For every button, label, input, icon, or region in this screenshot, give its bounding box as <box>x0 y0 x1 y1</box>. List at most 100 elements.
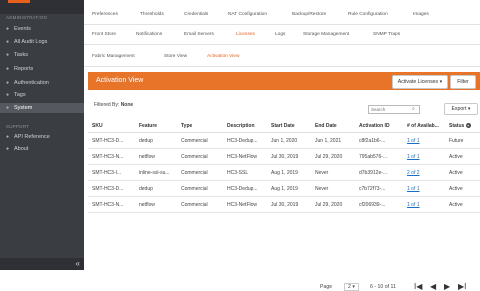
sidebar-section-admin: ADMINISTRATION <box>6 15 47 20</box>
tab-storage-management[interactable]: Storage Management <box>303 32 349 37</box>
activate-licenses-button[interactable]: Activate Licenses ▾ <box>392 75 448 89</box>
tab-backup-restore[interactable]: Backup/Restore <box>292 12 326 17</box>
sidebar-item-tags[interactable]: ● Tags <box>0 90 84 100</box>
activation-table: SKU Feature Type Description Start Date … <box>88 120 480 213</box>
page-select[interactable]: 2 ▾ <box>344 283 359 291</box>
col-sku[interactable]: SKU <box>88 120 135 133</box>
cell-status: Active <box>445 196 480 213</box>
search-icon: ⌕ <box>412 106 415 112</box>
tab-credentials[interactable]: Credentials <box>184 12 208 17</box>
col-feature[interactable]: Feature <box>135 120 177 133</box>
cell-activation-id: cf206939-... <box>355 196 403 213</box>
filtered-by-value: None <box>120 102 134 108</box>
cell-activation-id: c7b72f73-... <box>355 180 403 197</box>
tab-nat-configuration[interactable]: NAT Configuration <box>228 12 267 17</box>
cell-description: HC3-Dedup... <box>223 132 267 149</box>
cell-end-date: Jul 29, 2020 <box>311 148 355 165</box>
tab-images[interactable]: Images <box>413 12 429 17</box>
cell-feature: dedup <box>135 180 177 197</box>
add-column-icon[interactable]: + <box>465 123 471 128</box>
table-row[interactable]: SMT-HC3-N... netflow Commercial HC3-NetF… <box>88 196 480 213</box>
filtered-by-label: Filtered By: <box>94 102 120 108</box>
sidebar-item-authentication[interactable]: ● Authentication <box>0 78 84 88</box>
tasks-icon: ● <box>6 52 10 58</box>
table-row[interactable]: SMT-HC3-D... dedup Commercial HC3-Dedup.… <box>88 180 480 197</box>
last-page-icon[interactable]: ▶I <box>458 282 466 291</box>
first-page-icon[interactable]: I◀ <box>414 282 422 291</box>
cell-end-date: Jul 29, 2020 <box>311 196 355 213</box>
tab-row-2: Front Store Notifications Email Servers … <box>84 26 480 45</box>
col-description[interactable]: Description <box>223 120 267 133</box>
tab-front-store[interactable]: Front Store <box>92 32 116 37</box>
table-header-row: SKU Feature Type Description Start Date … <box>88 120 480 133</box>
cell-description: HC3-NetFlow <box>223 148 267 165</box>
available-link[interactable]: 1 of 1 <box>407 202 420 208</box>
tab-licenses[interactable]: Licenses <box>236 32 255 37</box>
sidebar-section-support: SUPPORT <box>6 124 30 129</box>
available-link[interactable]: 1 of 1 <box>407 154 420 160</box>
tab-logs[interactable]: Logs <box>275 32 285 37</box>
sidebar-item-system[interactable]: ● System <box>0 103 84 113</box>
cell-activation-id: c8f2a1b6-... <box>355 132 403 149</box>
sidebar-item-api-reference[interactable]: ● API Reference <box>0 132 84 142</box>
tags-icon: ● <box>6 92 10 98</box>
panel-header: Activation View Activate Licenses ▾ Filt… <box>88 72 480 90</box>
tab-snmp-traps[interactable]: SNMP Traps <box>373 32 400 37</box>
cell-description: HC3-SSL <box>223 164 267 181</box>
api-icon: ● <box>6 134 10 140</box>
tab-row-1: Preferences Thresholds Credentials NAT C… <box>84 6 480 25</box>
tab-preferences[interactable]: Preferences <box>92 12 118 17</box>
tab-email-servers[interactable]: Email Servers <box>184 32 214 37</box>
col-start-date[interactable]: Start Date <box>267 120 311 133</box>
prev-page-icon[interactable]: ◀ <box>430 282 436 291</box>
cell-end-date: Never <box>311 180 355 197</box>
cell-type: Commercial <box>177 196 223 213</box>
cell-sku: SMT-HC3-I... <box>88 164 135 181</box>
sidebar-item-reports[interactable]: ● Reports <box>0 64 84 74</box>
page-label: Page <box>320 284 333 290</box>
collapse-sidebar-icon[interactable]: « <box>76 259 80 268</box>
available-link[interactable]: 1 of 1 <box>407 138 420 144</box>
col-status[interactable]: Status + <box>445 120 480 133</box>
tab-fabric-management[interactable]: Fabric Management <box>92 54 135 59</box>
sidebar-item-tasks[interactable]: ● Tasks <box>0 50 84 60</box>
available-link[interactable]: 1 of 1 <box>407 186 420 192</box>
next-page-icon[interactable]: ▶ <box>444 282 450 291</box>
export-button[interactable]: Export ▾ <box>444 103 478 115</box>
cell-available: 1 of 1 <box>403 180 445 197</box>
col-available[interactable]: # of Availab... <box>403 120 445 133</box>
sidebar-item-label: Tags <box>14 92 26 98</box>
tab-notifications[interactable]: Notifications <box>136 32 162 37</box>
filter-button[interactable]: Filter <box>450 75 476 89</box>
table-row[interactable]: SMT-HC3-I... inline-ssl-su... Commercial… <box>88 164 480 181</box>
tab-rule-configuration[interactable]: Rule Configuration <box>348 12 388 17</box>
available-link[interactable]: 2 of 2 <box>407 170 420 176</box>
cell-feature: inline-ssl-su... <box>135 164 177 181</box>
cell-feature: netflow <box>135 196 177 213</box>
col-activation-id[interactable]: Activation ID <box>355 120 403 133</box>
tab-row-3: Fabric Management Store View Activation … <box>84 48 480 67</box>
cell-start-date: Aug 1, 2019 <box>267 164 311 181</box>
col-end-date[interactable]: End Date <box>311 120 355 133</box>
cell-feature: netflow <box>135 148 177 165</box>
sidebar-item-about[interactable]: ● About <box>0 144 84 154</box>
brand-accent <box>8 0 30 3</box>
authentication-icon: ● <box>6 80 10 86</box>
events-icon: ● <box>6 26 10 32</box>
table-row[interactable]: SMT-HC3-N... netflow Commercial HC3-NetF… <box>88 148 480 165</box>
col-type[interactable]: Type <box>177 120 223 133</box>
tab-activation-view[interactable]: Activation View <box>207 54 239 59</box>
audit-icon: ● <box>6 39 10 45</box>
sidebar-item-label: Tasks <box>14 52 29 58</box>
tab-thresholds[interactable]: Thresholds <box>140 12 164 17</box>
cell-type: Commercial <box>177 148 223 165</box>
page-range: 6 - 10 of 11 <box>370 284 396 290</box>
cell-feature: dedup <box>135 132 177 149</box>
cell-sku: SMT-HC3-N... <box>88 196 135 213</box>
sidebar-item-audit-logs[interactable]: ● All Audit Logs <box>0 37 84 47</box>
sidebar-item-events[interactable]: ● Events <box>0 24 84 34</box>
table-row[interactable]: SMT-HC3-D... dedup Commercial HC3-Dedup.… <box>88 132 480 149</box>
cell-sku: SMT-HC3-D... <box>88 180 135 197</box>
col-status-label: Status <box>449 123 465 129</box>
tab-store-view[interactable]: Store View <box>164 54 187 59</box>
